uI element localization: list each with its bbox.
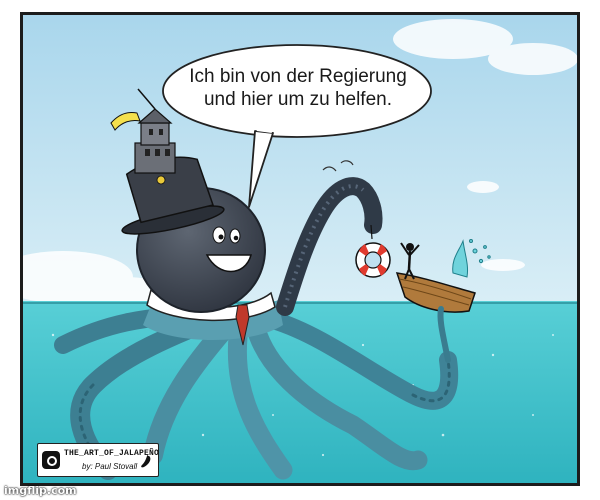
instagram-icon: [42, 451, 60, 469]
pepper-icon: [141, 453, 151, 468]
speech-line-2: und hier um zu helfen.: [203, 89, 392, 110]
speech-bubble-text: Ich bin von der Regierung und hier um zu…: [183, 65, 413, 111]
artist-signature-badge: THE_ART_OF_JALAPEÑO by: Paul Stovall: [37, 443, 159, 477]
speech-line-1: Ich bin von der Regierung: [189, 66, 407, 87]
watermark: imgflip.com: [4, 484, 77, 497]
comic-panel: Ich bin von der Regierung und hier um zu…: [20, 12, 580, 486]
artist-name: by: Paul Stovall: [82, 462, 138, 471]
